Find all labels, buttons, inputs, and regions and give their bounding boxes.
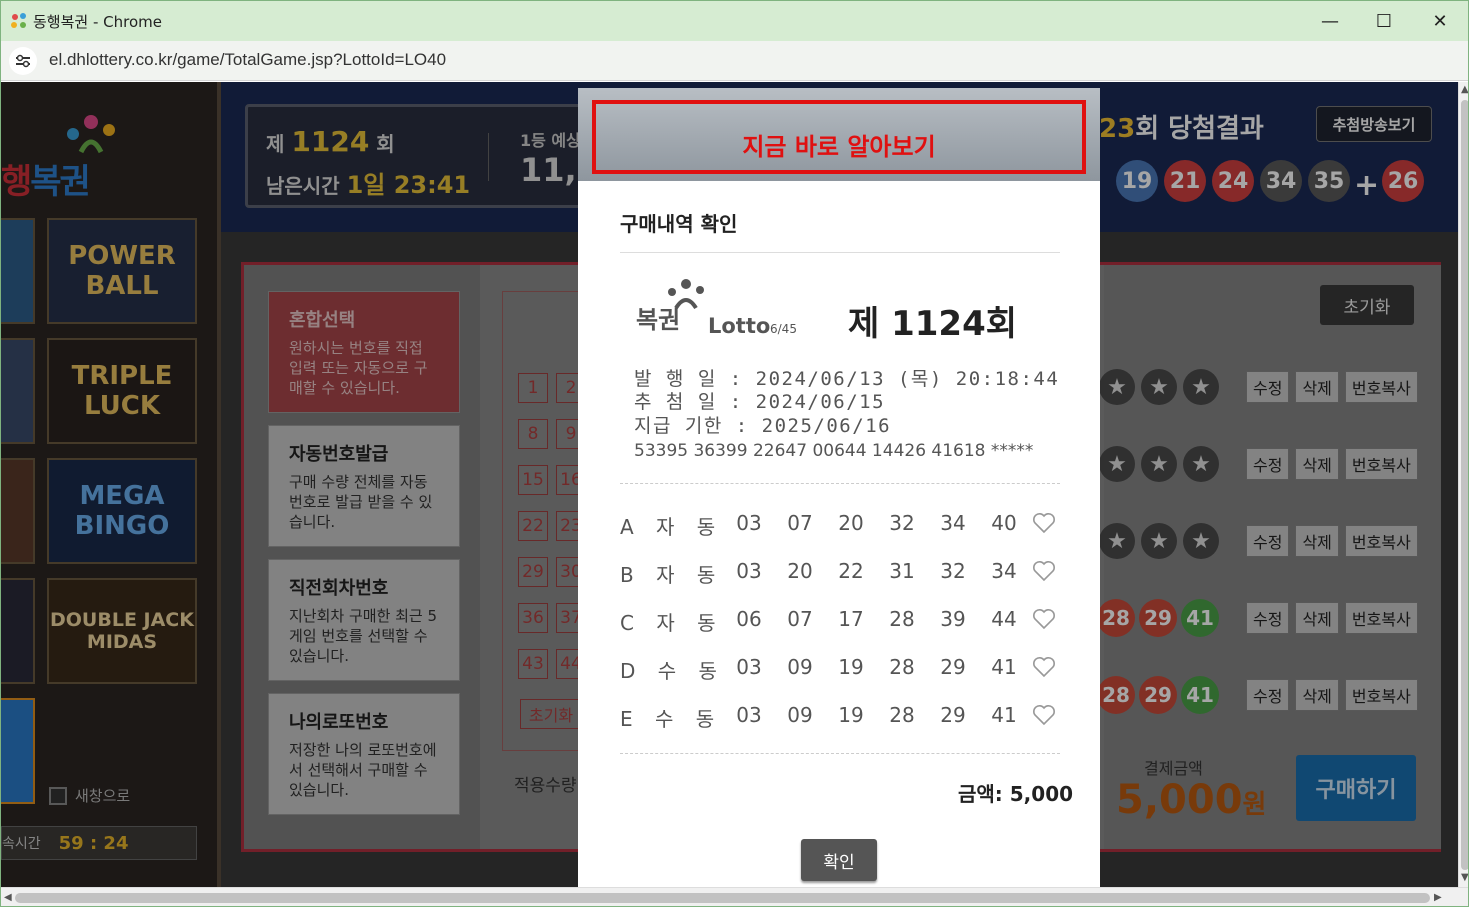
game-number: 32 (940, 559, 966, 583)
draw-date: 추 첨 일 : 2024/06/15 (634, 391, 886, 413)
game-number: 44 (991, 607, 1017, 631)
logo-sub: Lotto (708, 314, 771, 338)
scroll-right-icon[interactable]: ▶ (1434, 892, 1442, 903)
ticket-round: 제 1124회 (848, 304, 1018, 344)
divider (620, 753, 1060, 754)
game-number: 28 (889, 703, 915, 727)
game-number: 31 (889, 559, 915, 583)
game-number: 34 (991, 559, 1017, 583)
heart-icon[interactable] (1032, 559, 1056, 583)
game-label: E 수 동 (620, 707, 723, 731)
vertical-scrollbar[interactable]: ▲ ▼ (1458, 82, 1468, 887)
game-number: 40 (991, 511, 1017, 535)
game-number: 20 (838, 511, 864, 535)
minimize-button[interactable]: — (1302, 1, 1358, 41)
game-number: 09 (787, 655, 813, 679)
divider (620, 252, 1060, 253)
site-info-icon[interactable] (9, 47, 37, 75)
game-number: 03 (736, 655, 762, 679)
heart-icon[interactable] (1032, 607, 1056, 631)
game-number: 41 (991, 655, 1017, 679)
horizontal-scrollbar[interactable]: ◀ ▶ (1, 887, 1468, 906)
scroll-up-icon[interactable]: ▲ (1461, 84, 1468, 95)
game-row-b: B 자 동 03 20 22 31 32 34 (620, 559, 1060, 589)
header-banner-text: 지금 바로 알아보기 (742, 132, 936, 161)
game-number: 39 (940, 607, 966, 631)
game-label: D 수 동 (620, 659, 725, 683)
browser-window: 동행복권 - Chrome — ☐ ✕ el.dhlottery.co.kr/g… (0, 0, 1469, 907)
window-title: 동행복권 - Chrome (33, 13, 162, 31)
title-bar: 동행복권 - Chrome — ☐ ✕ (1, 1, 1468, 41)
maximize-button[interactable]: ☐ (1356, 1, 1412, 41)
game-number: 19 (838, 655, 864, 679)
game-row-c: C 자 동 06 07 17 28 39 44 (620, 607, 1060, 637)
game-number: 03 (736, 703, 762, 727)
total-amount: 금액: 5,000 (958, 782, 1074, 806)
url-field[interactable]: el.dhlottery.co.kr/game/TotalGame.jsp?Lo… (49, 50, 446, 70)
game-number: 03 (736, 559, 762, 583)
game-number: 32 (889, 511, 915, 535)
heart-icon[interactable] (1032, 655, 1056, 679)
vertical-scroll-thumb[interactable] (1461, 100, 1468, 870)
game-number: 29 (940, 703, 966, 727)
game-number: 19 (838, 703, 864, 727)
close-button[interactable]: ✕ (1412, 1, 1468, 41)
game-label: A 자 동 (620, 515, 724, 539)
address-bar: el.dhlottery.co.kr/game/TotalGame.jsp?Lo… (1, 41, 1468, 81)
game-row-e: E 수 동 03 09 19 28 29 41 (620, 703, 1060, 733)
horizontal-scroll-thumb[interactable] (15, 893, 1430, 903)
logo-sub2: 6/45 (770, 322, 797, 336)
game-number: 20 (787, 559, 813, 583)
payment-deadline: 지급 기한 : 2025/06/16 (634, 415, 892, 437)
divider (620, 483, 1060, 484)
game-number: 22 (838, 559, 864, 583)
modal-header: 지금 바로 알아보기 (578, 88, 1100, 181)
game-row-a: A 자 동 03 07 20 32 34 40 (620, 511, 1060, 541)
scroll-left-icon[interactable]: ◀ (4, 892, 12, 903)
game-number: 41 (991, 703, 1017, 727)
game-label: B 자 동 (620, 563, 724, 587)
lotto-logo: 복권 Lotto 6/45 (636, 278, 806, 348)
game-number: 03 (736, 511, 762, 535)
modal-title: 구매내역 확인 (620, 212, 738, 236)
scroll-down-icon[interactable]: ▼ (1461, 872, 1468, 883)
app-logo-icon (11, 13, 26, 28)
game-number: 28 (889, 607, 915, 631)
logo-text: 복권 (636, 306, 681, 334)
game-row-d: D 수 동 03 09 19 28 29 41 (620, 655, 1060, 685)
game-number: 06 (736, 607, 762, 631)
heart-icon[interactable] (1032, 703, 1056, 727)
game-number: 28 (889, 655, 915, 679)
purchase-confirm-modal: 지금 바로 알아보기 구매내역 확인 복권 Lotto 6/45 제 1124회… (578, 88, 1100, 888)
ticket-barcode: 53395 36399 22647 00644 14426 41618 ****… (634, 441, 1034, 461)
game-number: 17 (838, 607, 864, 631)
game-label: C 자 동 (620, 611, 724, 635)
header-banner[interactable]: 지금 바로 알아보기 (592, 100, 1086, 174)
game-number: 29 (940, 655, 966, 679)
game-number: 07 (787, 511, 813, 535)
game-number: 09 (787, 703, 813, 727)
heart-icon[interactable] (1032, 511, 1056, 535)
game-number: 07 (787, 607, 813, 631)
confirm-button[interactable]: 확인 (801, 839, 877, 881)
game-number: 34 (940, 511, 966, 535)
